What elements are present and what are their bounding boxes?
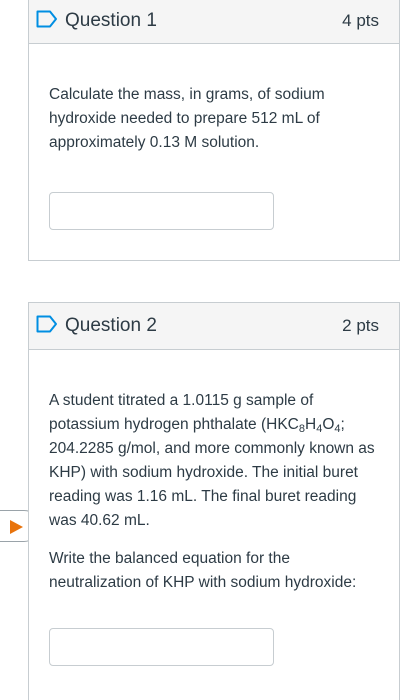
question-header: Question 2 2 pts (29, 303, 399, 350)
formula-element: H (305, 416, 317, 433)
question-text: A student titrated a 1.0115 g sample of … (49, 389, 379, 609)
question-title: Question 1 (65, 10, 157, 31)
question-points: 4 pts (342, 11, 379, 30)
bookmark-outline-icon[interactable] (36, 10, 58, 28)
question-title: Question 2 (65, 315, 157, 336)
question-prompt: A student titrated a 1.0115 g sample of … (49, 389, 379, 533)
play-triangle-icon (10, 520, 23, 534)
formula-element: O (322, 416, 335, 433)
bookmark-outline-icon[interactable] (36, 315, 58, 333)
question-instruction: Write the balanced equation for the neut… (49, 550, 357, 591)
question-points: 2 pts (342, 316, 379, 335)
question-text: Calculate the mass, in grams, of sodium … (49, 83, 379, 169)
answer-input[interactable] (49, 192, 274, 230)
question-2-card: Question 2 2 pts A student titrated a 1.… (28, 302, 400, 700)
question-prompt: Calculate the mass, in grams, of sodium … (49, 86, 325, 151)
quiz-page: Question 1 4 pts Calculate the mass, in … (0, 0, 420, 700)
answer-input[interactable] (49, 628, 274, 666)
prompt-part-a: A student titrated a 1.0115 g sample of … (49, 392, 314, 433)
question-header: Question 1 4 pts (29, 0, 399, 44)
question-1-card: Question 1 4 pts Calculate the mass, in … (28, 0, 400, 261)
